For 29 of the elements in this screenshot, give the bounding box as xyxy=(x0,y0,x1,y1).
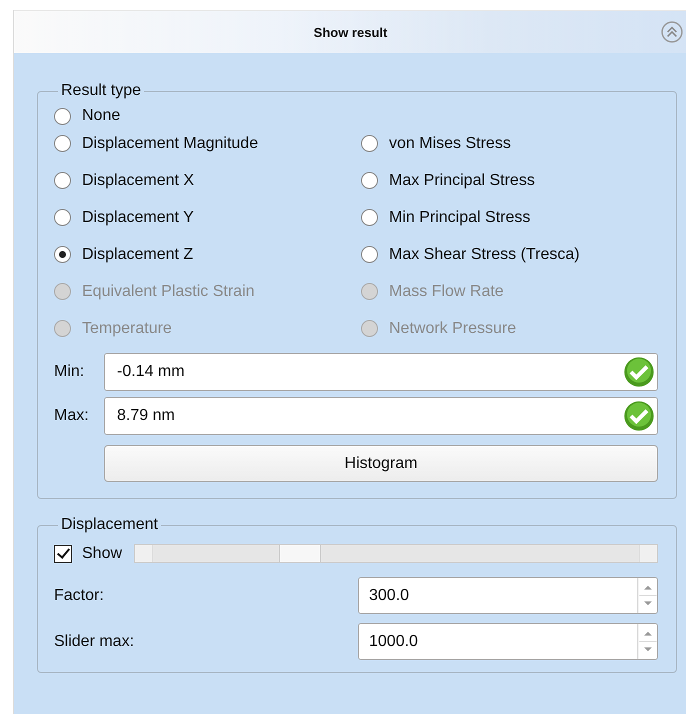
field-label: Max: xyxy=(54,407,90,425)
panel-title: Show result xyxy=(314,24,388,40)
radio-option[interactable]: Displacement X xyxy=(54,162,361,199)
spin-field[interactable]: 300.0 xyxy=(358,577,658,614)
input-field[interactable]: -0.14 mm xyxy=(104,353,658,391)
spin-arrows-icon[interactable] xyxy=(637,578,657,613)
radio-option[interactable]: Min Principal Stress xyxy=(361,199,658,236)
radio-option[interactable]: Displacement Z xyxy=(54,236,361,273)
checkmark-icon xyxy=(623,356,655,388)
field-label: Slider max: xyxy=(54,632,134,650)
histogram-button[interactable]: Histogram xyxy=(104,445,658,482)
radio-option[interactable]: Max Principal Stress xyxy=(361,162,658,199)
collapse-icon[interactable] xyxy=(661,21,683,43)
radio-option[interactable]: None xyxy=(54,107,658,125)
slider-track[interactable] xyxy=(134,544,658,563)
checkmark-icon xyxy=(623,400,655,432)
field-label: Factor: xyxy=(54,586,104,604)
radio-option[interactable]: Displacement Magnitude xyxy=(54,125,361,162)
radio-option[interactable]: Max Shear Stress (Tresca) xyxy=(361,236,658,273)
radio-option[interactable]: Displacement Y xyxy=(54,199,361,236)
spin-arrows-icon[interactable] xyxy=(637,624,657,659)
show-checkbox[interactable]: Show xyxy=(54,544,122,562)
group-title: Result type xyxy=(58,82,144,100)
radio-option[interactable]: von Mises Stress xyxy=(361,125,658,162)
input-field[interactable]: 8.79 nm xyxy=(104,397,658,435)
spin-field[interactable]: 1000.0 xyxy=(358,623,658,660)
slider-handle[interactable] xyxy=(278,545,321,562)
group-title: Displacement xyxy=(58,516,161,534)
field-label: Min: xyxy=(54,363,86,381)
